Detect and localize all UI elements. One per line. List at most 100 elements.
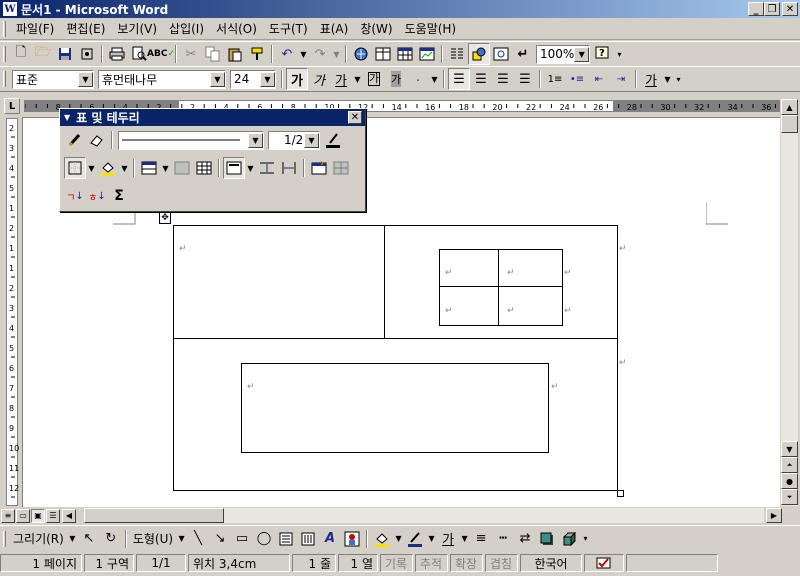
line-weight-dropdown-icon[interactable]: ▼	[304, 132, 319, 148]
font-color-dropdown-icon[interactable]: ▼	[459, 528, 470, 550]
scroll-left-icon[interactable]: ◀	[62, 508, 76, 523]
border-color-icon[interactable]	[322, 129, 344, 151]
distribute-columns-icon[interactable]	[278, 157, 300, 179]
align-justify-icon[interactable]: ☰	[448, 68, 470, 90]
select-objects-icon[interactable]: ↖	[78, 528, 100, 550]
decrease-indent-icon[interactable]: ⇤	[588, 68, 610, 90]
save-icon[interactable]	[54, 43, 76, 65]
numbering-icon[interactable]: 1≡	[544, 68, 566, 90]
eraser-icon[interactable]	[86, 129, 108, 151]
font-color-icon[interactable]: 가	[640, 68, 662, 90]
menubar-grip[interactable]	[3, 20, 6, 37]
bullets-icon[interactable]: •≡	[566, 68, 588, 90]
redo-icon[interactable]: ↷	[309, 43, 331, 65]
restore-button[interactable]: ❐	[764, 2, 780, 16]
outer-table-cell-1[interactable]	[174, 226, 385, 339]
scroll-right-icon[interactable]: ▶	[766, 508, 782, 523]
scroll-up-icon[interactable]: ▲	[781, 99, 798, 115]
vertical-scrollbar[interactable]: ▲ ▼ ⏶ ● ⏷	[781, 99, 798, 506]
font-color-dropdown-icon[interactable]: ▼	[662, 68, 673, 90]
horizontal-scrollbar[interactable]: ≡ ▭ ▣ ☰ ◀ ▶	[0, 507, 782, 524]
font-size-select[interactable]: 24 ▼	[230, 69, 276, 89]
distribute-icon[interactable]: ☰	[514, 68, 536, 90]
insert-table-icon[interactable]	[138, 157, 160, 179]
show-gridlines-icon[interactable]	[330, 157, 352, 179]
align-dropdown-icon[interactable]: ▼	[245, 157, 256, 179]
font-dropdown-icon[interactable]: ▼	[210, 71, 225, 87]
menu-insert[interactable]: 삽입(I)	[163, 20, 210, 38]
nested-grid-table[interactable]	[439, 249, 563, 326]
browse-object-icon[interactable]: ●	[781, 473, 798, 489]
vertical-ruler[interactable]: 2 3 4 5 1 2 1 1 2 3 4 5 6 7 8 9 10 11 12	[4, 118, 20, 506]
insert-excel-icon[interactable]	[416, 43, 438, 65]
shading-dropdown-icon[interactable]: ▼	[119, 157, 130, 179]
undo-icon[interactable]: ↶	[276, 43, 298, 65]
distribute-rows-icon[interactable]	[256, 157, 278, 179]
line-style-select[interactable]: ▼	[118, 130, 264, 150]
menu-table[interactable]: 표(A)	[314, 20, 355, 38]
bold-icon[interactable]: 가	[286, 68, 308, 90]
undo-dropdown-icon[interactable]: ▼	[298, 43, 309, 65]
draw-menu-button[interactable]: 그리기(R)	[10, 530, 67, 547]
zoom-dropdown-icon[interactable]: ▼	[574, 46, 589, 62]
menu-tools[interactable]: 도구(T)	[263, 20, 314, 38]
shadow-icon[interactable]	[536, 528, 558, 550]
toolbar-grip[interactable]	[3, 530, 6, 547]
underline-dropdown-icon[interactable]: ▼	[352, 68, 363, 90]
shading-color-icon[interactable]	[97, 157, 119, 179]
align-right-icon[interactable]: ☰	[492, 68, 514, 90]
help-icon[interactable]: ?	[592, 43, 614, 65]
toolbar-options-icon[interactable]: ▾	[673, 68, 684, 90]
character-border-icon[interactable]: 가	[363, 68, 385, 90]
text-box-icon[interactable]	[275, 528, 297, 550]
font-color-icon[interactable]: 가	[437, 528, 459, 550]
spelling-icon[interactable]: ABC ✓	[147, 43, 175, 65]
status-record-macro[interactable]: 기록	[380, 554, 413, 572]
tables-borders-titlebar[interactable]: ▼ 표 및 테두리	[60, 109, 365, 126]
normal-view-icon[interactable]: ≡	[1, 508, 15, 523]
line-style-dropdown-icon[interactable]: ▼	[248, 132, 263, 148]
oval-icon[interactable]: ◯	[253, 528, 275, 550]
cut-icon[interactable]: ✂	[180, 43, 202, 65]
web-layout-icon[interactable]: ▭	[16, 508, 30, 523]
outline-view-icon[interactable]: ☰	[46, 508, 60, 523]
next-page-icon[interactable]: ⏷	[781, 489, 798, 505]
merge-cells-icon[interactable]	[171, 157, 193, 179]
open-folder-icon[interactable]: 🗁	[32, 43, 54, 65]
line-weight-select[interactable]: 1/2 ▼	[268, 130, 320, 150]
insert-table-icon[interactable]	[394, 43, 416, 65]
line-color-dropdown-icon[interactable]: ▼	[426, 528, 437, 550]
zoom-select[interactable]: 100% ▼	[536, 44, 590, 64]
increase-indent-icon[interactable]: ⇥	[610, 68, 632, 90]
format-painter-icon[interactable]	[246, 43, 268, 65]
menu-view[interactable]: 보기(V)	[111, 20, 163, 38]
toolbar-grip[interactable]	[3, 71, 6, 87]
hyperlink-icon[interactable]	[350, 43, 372, 65]
tab-selector[interactable]: L	[4, 98, 20, 114]
autosum-icon[interactable]: Σ	[108, 185, 130, 207]
border-outside-icon[interactable]	[64, 157, 86, 179]
draw-table-pencil-icon[interactable]	[64, 129, 86, 151]
insert-table-dropdown-icon[interactable]: ▼	[160, 157, 171, 179]
font-select[interactable]: 휴먼태나무 ▼	[98, 69, 226, 89]
scroll-down-icon[interactable]: ▼	[781, 441, 798, 457]
word-app-icon[interactable]: W	[2, 1, 18, 17]
font-size-dropdown-icon[interactable]: ▼	[260, 71, 275, 87]
fill-color-icon[interactable]	[371, 528, 393, 550]
align-top-icon[interactable]	[223, 157, 245, 179]
line-color-icon[interactable]	[404, 528, 426, 550]
toolbar-grip[interactable]	[3, 46, 6, 62]
horizontal-scroll-thumb[interactable]	[84, 508, 224, 523]
3d-icon[interactable]	[558, 528, 580, 550]
table-move-handle-icon[interactable]: ✥	[159, 212, 171, 224]
nested-wide-table[interactable]	[241, 363, 549, 453]
columns-icon[interactable]	[446, 43, 468, 65]
border-dropdown-icon[interactable]: ▼	[86, 157, 97, 179]
underline-icon[interactable]: 가	[330, 68, 352, 90]
sort-descending-icon[interactable]: ㅎ ↓	[86, 185, 108, 207]
previous-page-icon[interactable]: ⏶	[781, 457, 798, 473]
spelling-status-icon[interactable]	[584, 554, 624, 572]
line-style-icon[interactable]: ≡	[470, 528, 492, 550]
new-document-icon[interactable]: 🗋	[10, 43, 32, 65]
document-map-icon[interactable]	[490, 43, 512, 65]
